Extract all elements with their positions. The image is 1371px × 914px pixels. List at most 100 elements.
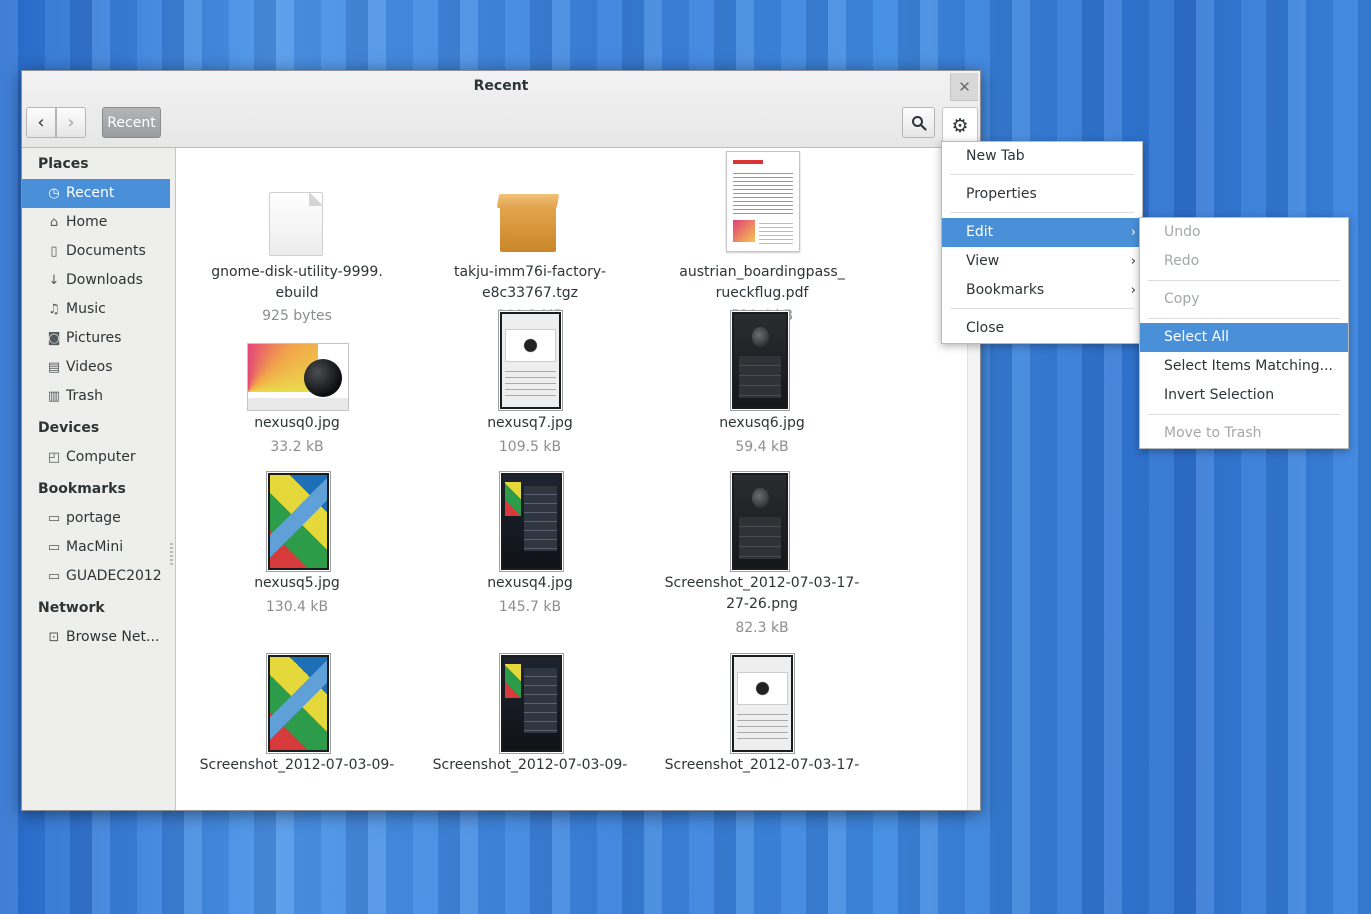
file-name: gnome-disk-utility-9999. bbox=[211, 264, 383, 280]
menu-separator bbox=[950, 308, 1134, 309]
sidebar-item-documents[interactable]: ▯ Documents bbox=[22, 237, 175, 266]
network-icon: ⊡ bbox=[48, 630, 60, 645]
menu-item-properties[interactable]: Properties bbox=[942, 180, 1142, 209]
file-name: austrian_boardingpass_ bbox=[679, 264, 845, 280]
clock-icon: ◷ bbox=[48, 186, 60, 201]
sidebar-header-devices: Devices bbox=[38, 420, 100, 436]
path-bar-recent[interactable]: Recent bbox=[102, 107, 161, 138]
image-thumbnail bbox=[499, 653, 564, 754]
forward-button[interactable]: › bbox=[56, 107, 86, 138]
sidebar-item-music[interactable]: ♫ Music bbox=[22, 295, 175, 324]
sidebar-item-label: Home bbox=[66, 214, 108, 230]
sidebar-item-downloads[interactable]: ↓ Downloads bbox=[22, 266, 175, 295]
search-button[interactable] bbox=[902, 107, 935, 138]
sidebar-header-bookmarks: Bookmarks bbox=[38, 481, 126, 497]
sidebar-item-home[interactable]: ⌂ Home bbox=[22, 208, 175, 237]
sidebar-item-label: Videos bbox=[66, 359, 113, 375]
menu-item-close[interactable]: Close bbox=[942, 314, 1142, 343]
gear-menu-button[interactable]: ⚙ bbox=[942, 107, 978, 143]
sidebar-item-label: Computer bbox=[66, 449, 136, 465]
sidebar-item-label: portage bbox=[66, 510, 121, 526]
menu-item-bookmarks[interactable]: Bookmarks › bbox=[942, 276, 1142, 305]
folder-icon: ▭ bbox=[47, 540, 61, 555]
sidebar-item-browse-network[interactable]: ⊡ Browse Net... bbox=[22, 623, 175, 652]
sidebar: Places ◷ Recent ⌂ Home ▯ Documents ↓ Downloa… bbox=[22, 148, 176, 810]
gear-icon: ⚙ bbox=[951, 114, 969, 137]
sidebar-item-trash[interactable]: ▥ Trash bbox=[22, 382, 175, 411]
sidebar-item-computer[interactable]: ◰ Computer bbox=[22, 443, 175, 472]
file-size: 59.4 kB bbox=[735, 439, 789, 455]
image-thumbnail bbox=[730, 653, 795, 754]
sidebar-item-macmini[interactable]: ▭ MacMini bbox=[22, 533, 175, 562]
image-thumbnail bbox=[730, 471, 790, 572]
sidebar-item-videos[interactable]: ▤ Videos bbox=[22, 353, 175, 382]
menu-item-copy[interactable]: Copy bbox=[1140, 285, 1348, 314]
file-name-cont: rueckflug.pdf bbox=[715, 285, 809, 301]
sidebar-item-label: Documents bbox=[66, 243, 146, 259]
sidebar-header-places: Places bbox=[38, 156, 89, 172]
music-icon: ♫ bbox=[48, 302, 60, 317]
folder-icon: ▭ bbox=[47, 569, 61, 584]
sidebar-item-label: GUADEC2012 bbox=[66, 568, 162, 584]
menu-separator bbox=[950, 212, 1134, 213]
sidebar-item-portage[interactable]: ▭ portage bbox=[22, 504, 175, 533]
menu-item-redo[interactable]: Redo bbox=[1140, 247, 1348, 276]
folder-icon: ▭ bbox=[47, 511, 61, 526]
menu-item-new-tab[interactable]: New Tab bbox=[942, 142, 1142, 171]
sidebar-header-network: Network bbox=[38, 600, 105, 616]
menu-separator bbox=[950, 174, 1134, 175]
sidebar-item-label: Recent bbox=[66, 185, 115, 201]
chevron-right-icon: › bbox=[1130, 254, 1136, 269]
image-thumbnail bbox=[266, 653, 331, 754]
sidebar-resize-handle[interactable] bbox=[170, 543, 173, 567]
chevron-right-icon: › bbox=[67, 112, 75, 133]
sidebar-item-label: Browse Net... bbox=[66, 629, 160, 645]
image-thumbnail bbox=[498, 310, 563, 411]
menu-item-invert-selection[interactable]: Invert Selection bbox=[1140, 381, 1348, 410]
file-manager-window: Recent ✕ ‹ › Recent ⚙ Places ◷ Recent ⌂ Ho… bbox=[21, 70, 981, 811]
menu-item-edit[interactable]: Edit › bbox=[942, 218, 1142, 247]
file-size: 33.2 kB bbox=[270, 439, 324, 455]
menu-item-view[interactable]: View › bbox=[942, 247, 1142, 276]
menu-item-select-all[interactable]: Select All bbox=[1140, 323, 1348, 352]
chevron-left-icon: ‹ bbox=[37, 112, 45, 133]
file-name: Screenshot_2012-07-03-09- bbox=[199, 757, 395, 773]
menu-item-undo[interactable]: Undo bbox=[1140, 218, 1348, 247]
menu-item-move-to-trash[interactable]: Move to Trash bbox=[1140, 419, 1348, 448]
file-name-cont: e8c33767.tgz bbox=[482, 285, 578, 301]
file-size: 925 bytes bbox=[262, 308, 332, 324]
search-icon bbox=[911, 115, 927, 131]
sidebar-item-guadec2012[interactable]: ▭ GUADEC2012 bbox=[22, 562, 175, 591]
drive-icon: ◰ bbox=[47, 450, 61, 465]
menu-item-label: Bookmarks bbox=[966, 282, 1045, 298]
window-title: Recent bbox=[473, 78, 529, 94]
sidebar-item-pictures[interactable]: ◙ Pictures bbox=[22, 324, 175, 353]
file-name: Screenshot_2012-07-03-17- bbox=[664, 575, 860, 591]
image-thumbnail bbox=[730, 310, 790, 411]
sidebar-item-recent[interactable]: ◷ Recent bbox=[22, 179, 170, 208]
file-size: 145.7 kB bbox=[498, 599, 562, 615]
archive-icon bbox=[500, 202, 556, 252]
file-name: nexusq0.jpg bbox=[254, 415, 340, 431]
back-button[interactable]: ‹ bbox=[26, 107, 56, 138]
file-name-cont: ebuild bbox=[275, 285, 319, 301]
file-grid: gnome-disk-utility-9999. ebuild 925 byte… bbox=[176, 148, 968, 810]
close-window-button[interactable]: ✕ bbox=[950, 73, 978, 101]
chevron-right-icon: › bbox=[1130, 225, 1136, 240]
image-thumbnail bbox=[266, 471, 331, 572]
file-size: 82.3 kB bbox=[735, 620, 789, 636]
menu-item-select-matching[interactable]: Select Items Matching... bbox=[1140, 352, 1348, 381]
file-name: nexusq5.jpg bbox=[254, 575, 340, 591]
file-name: Screenshot_2012-07-03-17- bbox=[664, 757, 860, 773]
sidebar-item-label: Downloads bbox=[66, 272, 143, 288]
file-name: nexusq6.jpg bbox=[719, 415, 805, 431]
file-name-cont: 27-26.png bbox=[726, 596, 798, 612]
sidebar-item-label: Pictures bbox=[66, 330, 122, 346]
image-thumbnail bbox=[499, 471, 564, 572]
document-icon: ▯ bbox=[50, 244, 58, 259]
gear-menu: New Tab Properties Edit › View › Bookmarks… bbox=[941, 141, 1143, 344]
sidebar-item-label: Trash bbox=[66, 388, 103, 404]
menu-separator bbox=[1148, 318, 1340, 319]
home-icon: ⌂ bbox=[49, 215, 59, 230]
download-icon: ↓ bbox=[48, 273, 60, 288]
